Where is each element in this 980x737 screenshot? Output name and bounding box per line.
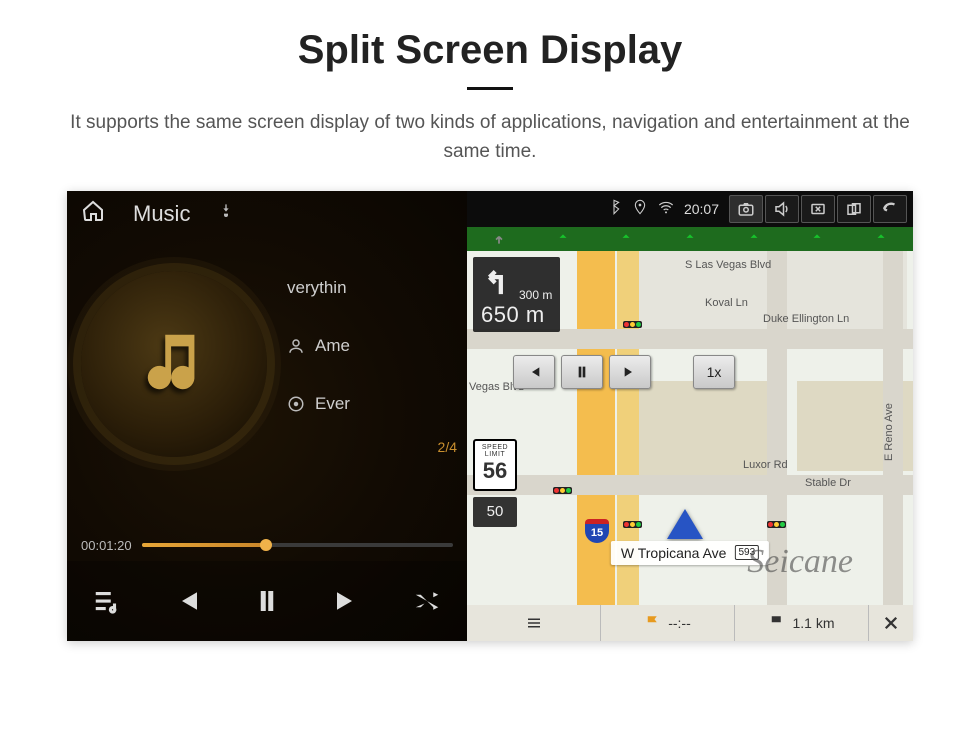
menu-button[interactable] xyxy=(467,605,601,641)
bluetooth-icon xyxy=(606,199,622,218)
lane-5 xyxy=(722,227,786,251)
artist-row: Ame xyxy=(287,317,467,375)
speed-limit-value: 56 xyxy=(475,460,515,482)
lane-7 xyxy=(849,227,913,251)
turn-left-icon xyxy=(481,263,515,302)
usb-icon[interactable] xyxy=(218,200,234,227)
map-label-stable: Stable Dr xyxy=(805,477,851,489)
location-icon xyxy=(632,199,648,218)
back-button[interactable] xyxy=(873,195,907,223)
music-topbar: Music xyxy=(67,191,467,237)
track-title: verythin xyxy=(287,278,347,298)
route-shield: 593 xyxy=(734,545,759,560)
flag-icon xyxy=(644,614,662,632)
artist-name: Ame xyxy=(315,336,350,356)
remaining-distance: 1.1 km xyxy=(792,615,834,631)
album-art-disc xyxy=(81,271,267,457)
album-name: Ever xyxy=(315,394,350,414)
nav-bottom-bar: --:-- 1.1 km xyxy=(467,605,913,641)
current-position-arrow xyxy=(667,509,703,539)
device-splitscreen: Music verythin Ame xyxy=(67,191,913,641)
lane-guidance xyxy=(467,227,913,251)
shuffle-button[interactable] xyxy=(402,576,452,626)
pause-button[interactable] xyxy=(242,576,292,626)
title-underline xyxy=(467,87,513,90)
current-road-name: W Tropicana Ave xyxy=(621,545,727,561)
person-icon xyxy=(287,337,305,355)
map-label-s-las-vegas: S Las Vegas Blvd xyxy=(685,259,771,271)
lane-4 xyxy=(658,227,722,251)
next-turn-panel: 300 m 650 m xyxy=(473,257,560,332)
home-icon[interactable] xyxy=(81,199,105,228)
eta-button[interactable]: --:-- xyxy=(601,605,735,641)
lane-3 xyxy=(594,227,658,251)
lane-1 xyxy=(467,227,531,251)
page-title: Split Screen Display xyxy=(0,28,980,73)
seek-bar[interactable] xyxy=(142,543,453,547)
sim-pause-button[interactable] xyxy=(561,355,603,389)
recent-apps-button[interactable] xyxy=(837,195,871,223)
navigation-pane: 20:07 xyxy=(467,191,913,641)
map-label-luxor: Luxor Rd xyxy=(743,459,788,471)
next-button[interactable] xyxy=(322,576,372,626)
map-label-reno: E Reno Ave xyxy=(883,403,895,461)
map-label-duke: Duke Ellington Ln xyxy=(763,313,849,325)
player-controls xyxy=(67,561,467,641)
playlist-button[interactable] xyxy=(82,576,132,626)
clock-time: 20:07 xyxy=(684,201,719,217)
sim-speed-button[interactable]: 1x xyxy=(693,355,735,389)
page-description: It supports the same screen display of t… xyxy=(55,108,925,167)
progress-row: 00:01:20 xyxy=(67,530,467,561)
music-header-title: Music xyxy=(133,201,190,227)
flag-checkered-icon xyxy=(768,614,786,632)
music-note-icon xyxy=(139,326,209,401)
simulation-controls: 1x xyxy=(513,355,735,389)
album-row: Ever xyxy=(287,375,467,433)
current-road-plate: W Tropicana Ave 593 xyxy=(611,541,769,565)
volume-button[interactable] xyxy=(765,195,799,223)
map-label-koval: Koval Ln xyxy=(705,297,748,309)
track-title-row: verythin xyxy=(287,259,467,317)
interstate-shield: 15 xyxy=(585,519,609,543)
disc-icon xyxy=(287,395,305,413)
close-nav-button[interactable] xyxy=(869,605,913,641)
screenshot-button[interactable] xyxy=(729,195,763,223)
lane-2 xyxy=(531,227,595,251)
next-turn-sub: 300 m xyxy=(519,288,552,302)
sim-next-button[interactable] xyxy=(609,355,651,389)
hamburger-icon xyxy=(525,614,543,632)
speed-limit-sign: SPEEDLIMIT 56 xyxy=(473,439,517,491)
current-speed: 50 xyxy=(473,497,517,527)
eta-time: --:-- xyxy=(668,615,691,631)
close-window-button[interactable] xyxy=(801,195,835,223)
map[interactable]: S Las Vegas Blvd Koval Ln Duke Ellington… xyxy=(467,251,913,605)
lane-6 xyxy=(786,227,850,251)
previous-button[interactable] xyxy=(162,576,212,626)
close-icon xyxy=(882,614,900,632)
wifi-icon xyxy=(658,199,674,218)
track-index: 2/4 xyxy=(287,439,467,455)
distance-button[interactable]: 1.1 km xyxy=(735,605,869,641)
status-bar: 20:07 xyxy=(467,191,913,227)
next-turn-main: 650 m xyxy=(481,302,552,328)
sim-prev-button[interactable] xyxy=(513,355,555,389)
music-pane: Music verythin Ame xyxy=(67,191,467,641)
elapsed-time: 00:01:20 xyxy=(81,538,132,553)
